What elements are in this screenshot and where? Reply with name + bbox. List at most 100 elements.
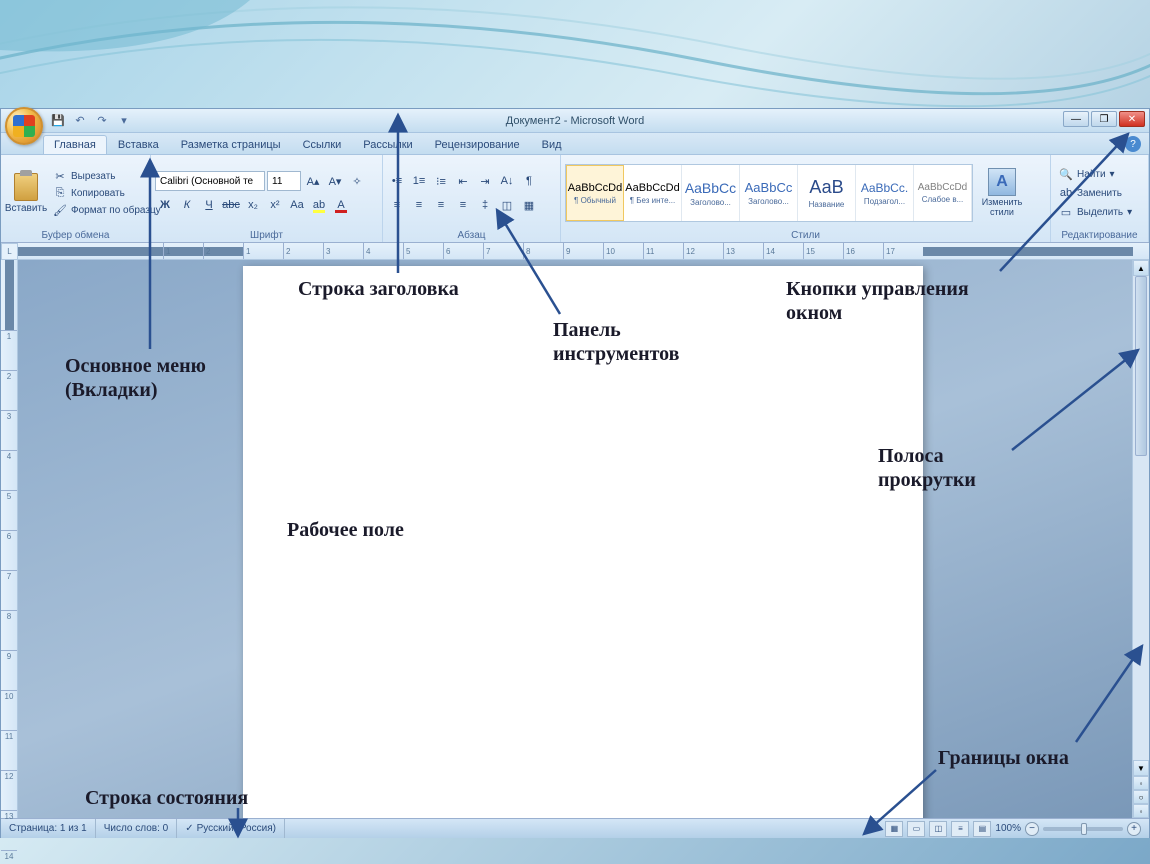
vertical-scrollbar[interactable]: ▲ ▼ ◦ ○ ◦ — [1132, 260, 1149, 818]
document-viewport[interactable] — [18, 260, 1132, 818]
zoom-slider[interactable] — [1043, 827, 1123, 831]
increase-indent-button[interactable]: ⇥ — [475, 171, 495, 191]
styles-gallery[interactable]: AaBbCcDd¶ ОбычныйAaBbCcDd¶ Без инте...Aa… — [565, 164, 973, 222]
decrease-indent-button[interactable]: ⇤ — [453, 171, 473, 191]
multilevel-button[interactable]: ⁝≡ — [431, 171, 451, 191]
replace-button[interactable]: abЗаменить — [1055, 184, 1136, 202]
maximize-button[interactable]: ❐ — [1091, 111, 1117, 127]
style-item[interactable]: АаВНазвание — [798, 165, 856, 221]
style-item[interactable]: AaBbCcDd¶ Без инте... — [624, 165, 682, 221]
tab-insert[interactable]: Вставка — [107, 135, 170, 154]
clear-format-button[interactable]: ✧ — [347, 171, 367, 191]
vertical-ruler[interactable]: 1234567891011121314 — [1, 260, 18, 818]
title-bar: 💾 ↶ ↷ ▾ Документ2 - Microsoft Word — ❐ ✕ — [1, 109, 1149, 133]
scissors-icon: ✂ — [53, 169, 67, 183]
tab-page-layout[interactable]: Разметка страницы — [170, 135, 292, 154]
select-icon: ▭ — [1059, 205, 1073, 219]
font-color-button[interactable]: A — [331, 195, 351, 215]
brush-icon: 🖌 — [53, 203, 67, 217]
prev-page-button[interactable]: ◦ — [1133, 776, 1149, 790]
style-item[interactable]: AaBbCc.Подзагол... — [856, 165, 914, 221]
page[interactable] — [243, 266, 923, 818]
copy-button[interactable]: ⎘ Копировать — [49, 185, 165, 201]
tab-review[interactable]: Рецензирование — [424, 135, 531, 154]
browse-object-button[interactable]: ○ — [1133, 790, 1149, 804]
cut-button[interactable]: ✂Вырезать — [49, 168, 165, 184]
status-page[interactable]: Страница: 1 из 1 — [1, 819, 96, 838]
format-painter-button[interactable]: 🖌 Формат по образцу — [49, 202, 165, 218]
tab-mailings[interactable]: Рассылки — [352, 135, 423, 154]
align-right-button[interactable]: ≡ — [431, 195, 451, 215]
qat-dropdown[interactable]: ▾ — [115, 112, 133, 130]
shrink-font-button[interactable]: A▾ — [325, 171, 345, 191]
tab-view[interactable]: Вид — [531, 135, 573, 154]
tab-home[interactable]: Главная — [43, 135, 107, 154]
scroll-thumb[interactable] — [1135, 276, 1147, 456]
zoom-slider-thumb[interactable] — [1081, 823, 1087, 835]
change-styles-button[interactable]: A Изменить стили — [979, 164, 1025, 222]
justify-button[interactable]: ≡ — [453, 195, 473, 215]
find-button[interactable]: 🔍Найти ▾ — [1055, 165, 1136, 183]
zoom-value[interactable]: 100% — [995, 823, 1021, 834]
subscript-button[interactable]: x₂ — [243, 195, 263, 215]
copy-icon: ⎘ — [53, 186, 67, 200]
font-size-combo[interactable]: 11 — [267, 171, 301, 191]
bullets-button[interactable]: •≡ — [387, 171, 407, 191]
paste-button[interactable]: Вставить — [5, 161, 47, 225]
copy-label: Копировать — [71, 188, 125, 199]
status-language[interactable]: ✓Русский (Россия) — [177, 819, 285, 838]
style-item[interactable]: AaBbCcЗаголово... — [740, 165, 798, 221]
status-words[interactable]: Число слов: 0 — [96, 819, 177, 838]
view-draft-button[interactable]: ▤ — [973, 821, 991, 837]
select-button[interactable]: ▭Выделить ▾ — [1055, 203, 1136, 221]
paste-icon — [14, 173, 38, 201]
next-page-button[interactable]: ◦ — [1133, 804, 1149, 818]
zoom-in-button[interactable]: + — [1127, 822, 1141, 836]
help-button[interactable]: ? — [1125, 136, 1141, 152]
horizontal-ruler[interactable]: L 121234567891011121314151617 — [1, 243, 1149, 260]
view-full-screen-button[interactable]: ▭ — [907, 821, 925, 837]
redo-button[interactable]: ↷ — [93, 112, 111, 130]
font-name-combo[interactable]: Calibri (Основной те — [155, 171, 265, 191]
minimize-button[interactable]: — — [1063, 111, 1089, 127]
shading-button[interactable]: ◫ — [497, 195, 517, 215]
highlight-button[interactable]: ab — [309, 195, 329, 215]
select-label: Выделить — [1077, 207, 1123, 218]
view-web-button[interactable]: ◫ — [929, 821, 947, 837]
group-styles: AaBbCcDd¶ ОбычныйAaBbCcDd¶ Без инте...Aa… — [561, 155, 1051, 242]
close-button[interactable]: ✕ — [1119, 111, 1145, 127]
superscript-button[interactable]: x² — [265, 195, 285, 215]
ruler-corner[interactable]: L — [1, 243, 18, 260]
zoom-out-button[interactable]: − — [1025, 822, 1039, 836]
ribbon: Вставить ✂Вырезать ⎘ Копировать 🖌 Формат п… — [1, 155, 1149, 243]
line-spacing-button[interactable]: ‡ — [475, 195, 495, 215]
sort-button[interactable]: A↓ — [497, 171, 517, 191]
style-item[interactable]: AaBbCcЗаголово... — [682, 165, 740, 221]
style-item[interactable]: AaBbCcDdСлабое в... — [914, 165, 972, 221]
style-item[interactable]: AaBbCcDd¶ Обычный — [566, 165, 624, 221]
align-left-button[interactable]: ≡ — [387, 195, 407, 215]
tab-references[interactable]: Ссылки — [292, 135, 353, 154]
underline-button[interactable]: Ч — [199, 195, 219, 215]
group-label-font: Шрифт — [155, 229, 378, 242]
numbering-button[interactable]: 1≡ — [409, 171, 429, 191]
view-print-layout-button[interactable]: ▦ — [885, 821, 903, 837]
grow-font-button[interactable]: A▴ — [303, 171, 323, 191]
word-window: 💾 ↶ ↷ ▾ Документ2 - Microsoft Word — ❐ ✕… — [0, 108, 1150, 838]
bold-button[interactable]: Ж — [155, 195, 175, 215]
office-button[interactable] — [5, 107, 43, 145]
format-painter-label: Формат по образцу — [71, 205, 161, 216]
scroll-down-button[interactable]: ▼ — [1133, 760, 1149, 776]
group-editing: 🔍Найти ▾ abЗаменить ▭Выделить ▾ Редактир… — [1051, 155, 1149, 242]
italic-button[interactable]: К — [177, 195, 197, 215]
change-case-button[interactable]: Aa — [287, 195, 307, 215]
strike-button[interactable]: abc — [221, 195, 241, 215]
undo-button[interactable]: ↶ — [71, 112, 89, 130]
change-styles-label: Изменить стили — [979, 198, 1025, 218]
align-center-button[interactable]: ≡ — [409, 195, 429, 215]
view-outline-button[interactable]: ≡ — [951, 821, 969, 837]
save-button[interactable]: 💾 — [49, 112, 67, 130]
show-marks-button[interactable]: ¶ — [519, 171, 539, 191]
scroll-up-button[interactable]: ▲ — [1133, 260, 1149, 276]
borders-button[interactable]: ▦ — [519, 195, 539, 215]
